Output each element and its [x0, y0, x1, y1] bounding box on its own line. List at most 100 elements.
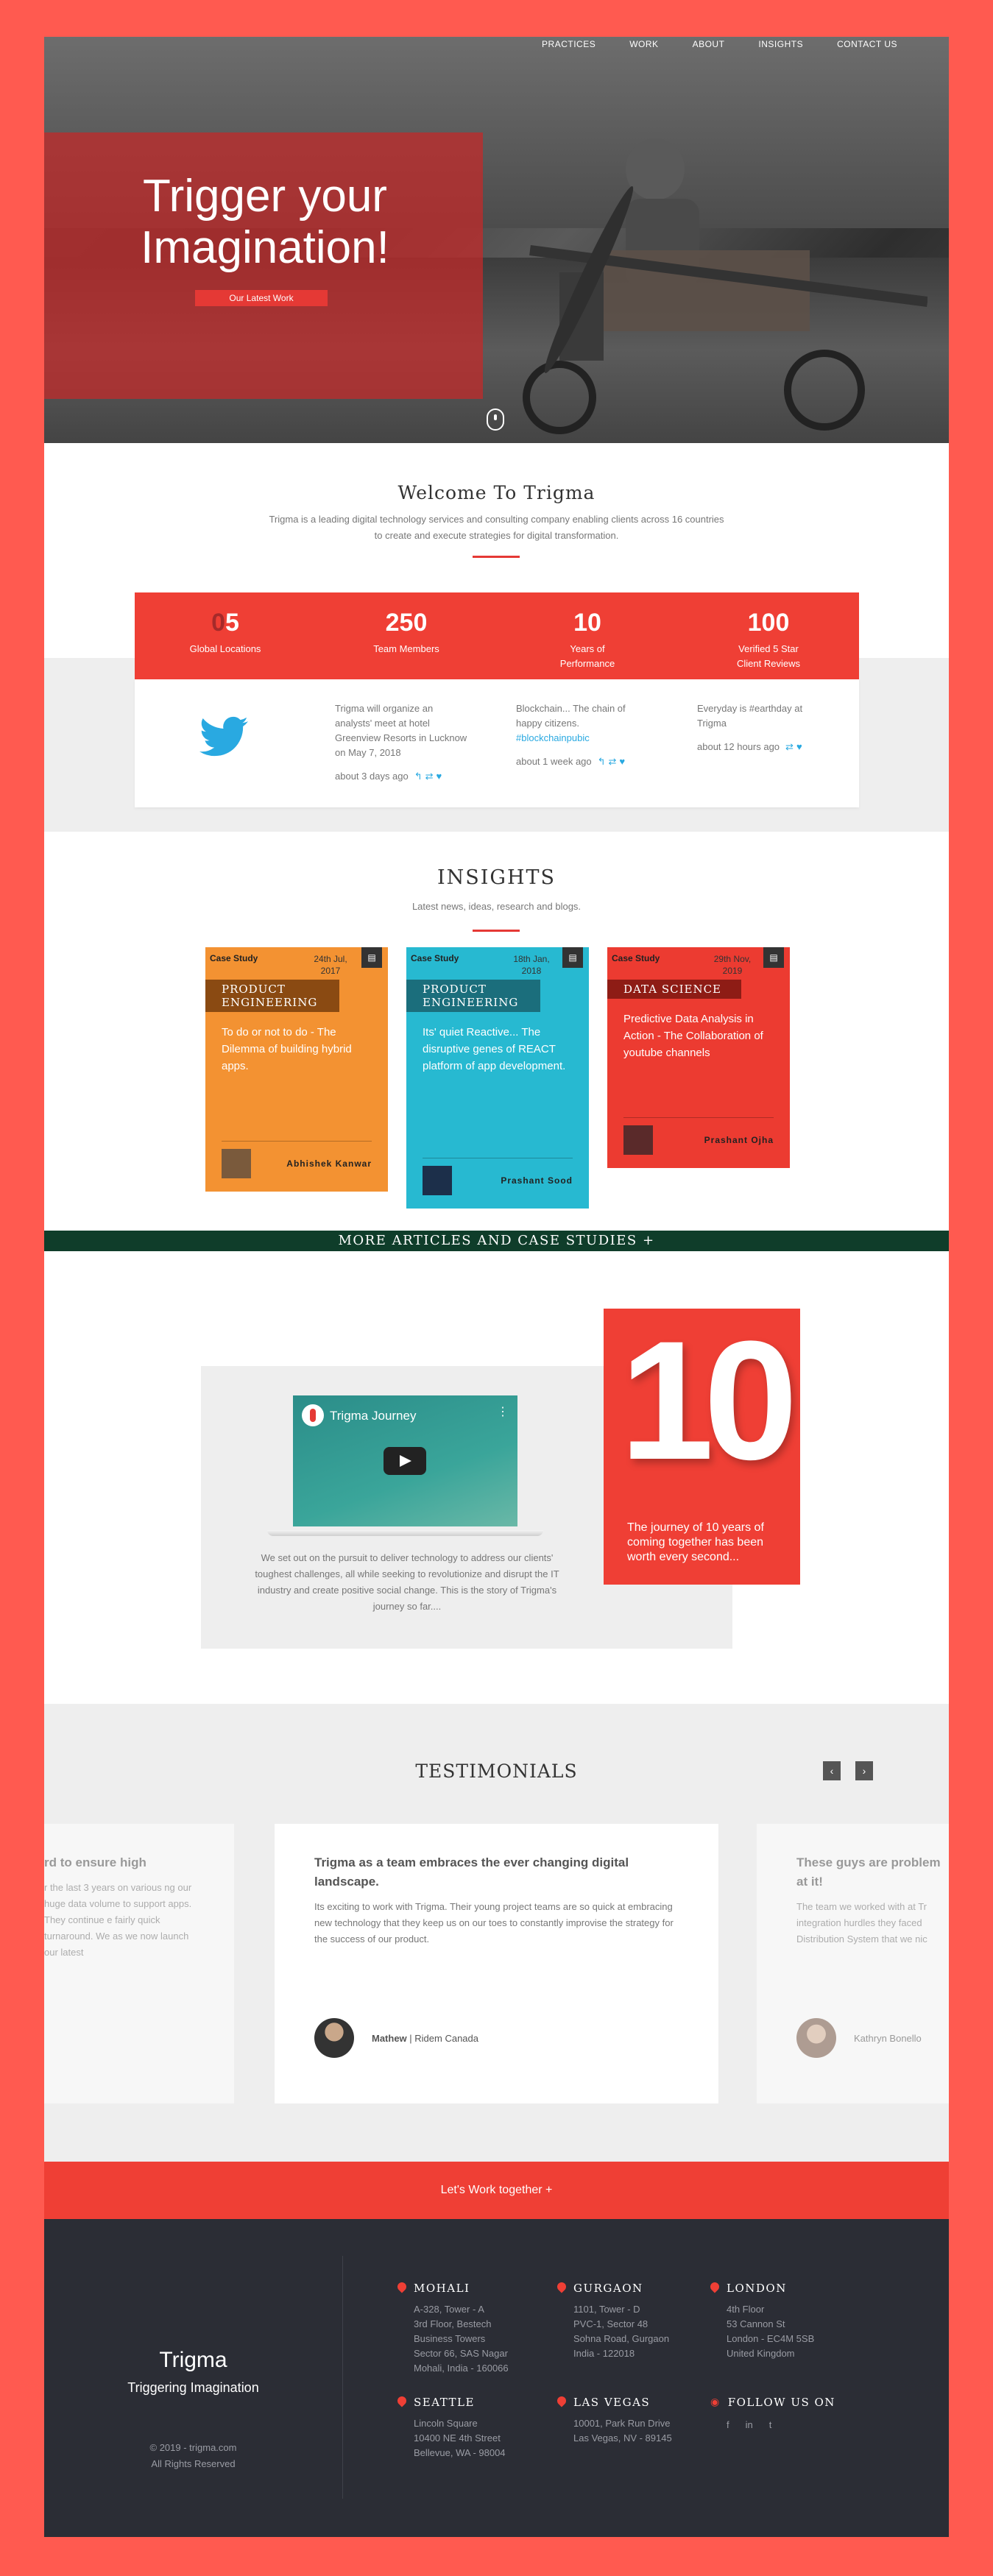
author-avatar — [796, 2018, 836, 2058]
author-name: Kathryn Bonello — [854, 2032, 922, 2044]
tweet-hashtag-link[interactable]: #blockchainpubic — [516, 731, 649, 746]
office-address: 1101, Tower - D PVC-1, Sector 48 Sohna R… — [573, 2302, 697, 2361]
stat-label: Team Members — [373, 643, 439, 654]
stat-label-line: Performance — [559, 658, 615, 669]
card-category: PRODUCT ENGINEERING — [406, 980, 540, 1012]
tweet-meta: about 12 hours ago ⇄♥ — [697, 740, 830, 754]
office-gurgaon: GURGAON 1101, Tower - D PVC-1, Sector 48… — [557, 2282, 697, 2361]
insights-subtitle: Latest news, ideas, research and blogs. — [411, 901, 582, 912]
office-city: LAS VEGAS — [557, 2396, 697, 2409]
page: PRACTICES WORK ABOUT INSIGHTS CONTACT US… — [44, 37, 949, 2537]
copyright: © 2019 - trigma.com All Rights Reserved — [44, 2440, 342, 2472]
trigma-logo-icon — [302, 1404, 324, 1426]
address-line: Mohali, India - 160066 — [414, 2363, 509, 2374]
address-line: Bellevue, WA - 98004 — [414, 2447, 506, 2458]
insight-card[interactable]: Case Study 24th Jul, 2017 ▤ PRODUCT ENGIN… — [205, 947, 388, 1192]
office-address: 4th Floor 53 Cannon St London - EC4M 5SB… — [727, 2302, 850, 2361]
more-options-icon[interactable]: ⋮ — [497, 1404, 509, 1419]
play-button[interactable] — [384, 1447, 426, 1475]
hero-plane-image — [523, 138, 927, 434]
prev-arrow-button[interactable]: ‹ — [823, 1761, 841, 1780]
hero-title: Trigger your Imagination! — [66, 171, 464, 274]
card-date-line: 29th Nov, — [713, 954, 752, 964]
address-line: A-328, Tower - A — [414, 2304, 484, 2315]
footer-brand: Trigma Triggering Imagination — [44, 2348, 342, 2396]
laptop-base — [267, 1530, 543, 1536]
nav-insights[interactable]: INSIGHTS — [758, 39, 803, 49]
next-arrow-button[interactable]: › — [855, 1761, 873, 1780]
nav-work[interactable]: WORK — [629, 39, 658, 49]
document-icon[interactable]: ▤ — [763, 947, 784, 968]
office-address: A-328, Tower - A 3rd Floor, Bestech Busi… — [414, 2302, 537, 2376]
card-date-line: 2017 — [320, 966, 341, 976]
stat-number: 100 — [747, 609, 790, 637]
stat-number-prefix: 0 — [211, 609, 225, 637]
more-articles-link[interactable]: MORE ARTICLES AND CASE STUDIES + — [44, 1231, 949, 1251]
testimonial-text: The team we worked with at Tr integratio… — [796, 1901, 927, 1945]
card-body: Predictive Data Analysis in Action - The… — [623, 1013, 763, 1059]
location-pin-icon — [397, 2396, 406, 2408]
card-date-line: 24th Jul, — [314, 954, 347, 964]
testimonial-text: r the last 3 years on various ng our hug… — [44, 1882, 192, 1958]
twitter-icon[interactable] — [199, 716, 248, 757]
lets-work-together-link[interactable]: Let's Work together + — [44, 2162, 949, 2219]
author-name: Prashant Sood — [501, 1175, 573, 1186]
nav-about[interactable]: ABOUT — [693, 39, 725, 49]
office-las-vegas: LAS VEGAS 10001, Park Run Drive Las Vega… — [557, 2396, 697, 2446]
office-address: 10001, Park Run Drive Las Vegas, NV - 89… — [573, 2416, 697, 2446]
tweet: Trigma will organize an analysts' meet a… — [335, 701, 467, 784]
rss-icon: ◉ — [710, 2396, 721, 2408]
tweet-text: Blockchain... The chain of happy citizen… — [516, 703, 626, 729]
author-avatar — [423, 1166, 452, 1195]
office-seattle: SEATTLE Lincoln Square 10400 NE 4th Stre… — [397, 2396, 537, 2460]
stat-locations: 05 Global Locations — [135, 592, 316, 679]
tweet-actions-icon[interactable]: ⇄♥ — [785, 740, 805, 754]
insight-card[interactable]: Case Study 18th Jan, 2018 ▤ PRODUCT ENGIN… — [406, 947, 589, 1209]
card-header: Case Study 18th Jan, 2018 ▤ — [406, 947, 589, 980]
tweet-actions-icon[interactable]: ↰⇄♥ — [414, 769, 445, 784]
author-name: Mathew | Ridem Canada — [372, 2032, 478, 2044]
address-line: 53 Cannon St — [727, 2318, 785, 2329]
office-address: Lincoln Square 10400 NE 4th Street Belle… — [414, 2416, 537, 2460]
welcome-title: Welcome To Trigma — [397, 482, 596, 503]
tweet-actions-icon[interactable]: ↰⇄♥ — [598, 754, 629, 769]
journey-text: We set out on the pursuit to deliver tec… — [255, 1552, 559, 1612]
card-category: DATA SCIENCE — [607, 980, 741, 999]
card-body: Its' quiet Reactive... The disruptive ge… — [423, 1026, 566, 1072]
copyright-line: © 2019 - trigma.com — [149, 2442, 237, 2453]
document-icon[interactable]: ▤ — [562, 947, 583, 968]
insight-card[interactable]: Case Study 29th Nov, 2019 ▤ DATA SCIENCE … — [607, 947, 790, 1168]
scroll-down-icon[interactable] — [487, 408, 504, 431]
testimonial-text: Its exciting to work with Trigma. Their … — [314, 1901, 674, 1945]
address-line: 4th Floor — [727, 2304, 765, 2315]
facebook-icon[interactable]: f — [727, 2419, 729, 2430]
ten-years-number: 10 — [620, 1306, 798, 1495]
nav-practices[interactable]: PRACTICES — [542, 39, 596, 49]
card-date: 29th Nov, 2019 — [696, 953, 769, 977]
twitter-icon[interactable]: t — [769, 2419, 772, 2430]
testimonial-heading: These guys are problem at it! — [796, 1855, 941, 1889]
stats-bar: 05 Global Locations 250 Team Members 10 … — [135, 592, 859, 679]
nav-contact-us[interactable]: CONTACT US — [837, 39, 897, 49]
office-city: GURGAON — [557, 2282, 697, 2295]
video-player[interactable]: Trigma Journey ⋮ — [293, 1395, 517, 1526]
card-header: Case Study 29th Nov, 2019 ▤ — [607, 947, 790, 980]
tweet-text: Everyday is #earthday at Trigma — [697, 703, 803, 729]
address-line: 10001, Park Run Drive — [573, 2418, 671, 2429]
follow-title: ◉ FOLLOW US ON — [710, 2396, 850, 2409]
testimonial-author: Mathew | Ridem Canada — [314, 2018, 478, 2058]
author-avatar — [222, 1149, 251, 1178]
divider — [473, 556, 520, 558]
follow-us: ◉ FOLLOW US ON f in t — [710, 2396, 850, 2430]
latest-work-button[interactable]: Our Latest Work — [195, 290, 328, 306]
tweet-meta: about 1 week ago ↰⇄♥ — [516, 754, 649, 769]
document-icon[interactable]: ▤ — [361, 947, 382, 968]
stat-number: 250 — [385, 609, 428, 637]
linkedin-icon[interactable]: in — [746, 2419, 753, 2430]
card-header: Case Study 24th Jul, 2017 ▤ — [205, 947, 388, 980]
address-line: London - EC4M 5SB — [727, 2333, 815, 2344]
card-date-line: 2019 — [722, 966, 743, 976]
location-pin-icon — [710, 2282, 719, 2294]
testimonial-card: rd to ensure high r the last 3 years on … — [44, 1824, 234, 2103]
stat-number: 05 — [135, 609, 316, 637]
